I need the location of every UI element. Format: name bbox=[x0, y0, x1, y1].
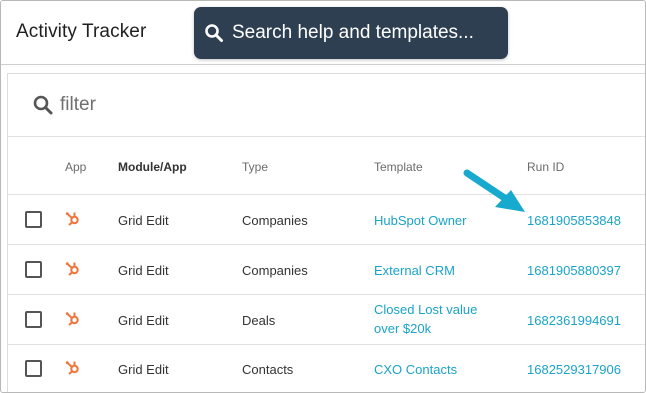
type-cell: Companies bbox=[242, 213, 308, 228]
top-bar: Activity Tracker Search help and templat… bbox=[1, 1, 645, 65]
type-cell: Companies bbox=[242, 263, 308, 278]
table-row: Grid Edit Contacts CXO Contacts 16825293… bbox=[8, 346, 645, 392]
template-link[interactable]: Closed Lost value over $20k bbox=[374, 302, 477, 336]
run-id-link[interactable]: 1682529317906 bbox=[527, 362, 621, 377]
module-cell: Grid Edit bbox=[118, 213, 169, 228]
run-id-link[interactable]: 1681905880397 bbox=[527, 263, 621, 278]
table-row: Grid Edit Companies HubSpot Owner 168190… bbox=[8, 196, 645, 245]
table-row: Grid Edit Deals Closed Lost value over $… bbox=[8, 296, 645, 345]
column-header-template[interactable]: Template bbox=[374, 160, 423, 174]
table-row: Grid Edit Companies External CRM 1681905… bbox=[8, 246, 645, 295]
app-title: Activity Tracker bbox=[16, 21, 147, 42]
row-checkbox[interactable] bbox=[25, 211, 42, 228]
row-checkbox[interactable] bbox=[25, 311, 42, 328]
template-link[interactable]: External CRM bbox=[374, 263, 455, 278]
activity-panel: App Module/App Type Template Run ID Grid… bbox=[7, 73, 645, 392]
search-help-label: Search help and templates... bbox=[232, 22, 474, 43]
row-checkbox[interactable] bbox=[25, 261, 42, 278]
filter-input[interactable] bbox=[60, 94, 360, 116]
type-cell: Contacts bbox=[242, 362, 294, 377]
module-cell: Grid Edit bbox=[118, 313, 169, 328]
hubspot-sprocket-icon bbox=[65, 212, 79, 226]
type-cell: Deals bbox=[242, 313, 276, 328]
magnifier-icon bbox=[33, 95, 53, 115]
module-cell: Grid Edit bbox=[118, 263, 169, 278]
search-help-button[interactable]: Search help and templates... bbox=[194, 7, 508, 59]
column-header-app[interactable]: App bbox=[65, 160, 86, 174]
activity-tracker-window: Activity Tracker Search help and templat… bbox=[0, 0, 646, 393]
column-header-module[interactable]: Module/App bbox=[118, 160, 187, 174]
run-id-link[interactable]: 1681905853848 bbox=[527, 213, 621, 228]
template-link[interactable]: HubSpot Owner bbox=[374, 213, 467, 228]
arrow-pointer-icon bbox=[463, 169, 525, 212]
template-link[interactable]: CXO Contacts bbox=[374, 362, 457, 377]
search-icon bbox=[205, 24, 223, 42]
filter-bar bbox=[8, 74, 645, 137]
hubspot-sprocket-icon bbox=[65, 312, 79, 326]
table-header: App Module/App Type Template Run ID bbox=[8, 137, 645, 195]
column-header-type[interactable]: Type bbox=[242, 160, 268, 174]
hubspot-sprocket-icon bbox=[65, 361, 79, 375]
template-link-line1: Closed Lost value bbox=[374, 302, 478, 317]
hubspot-sprocket-icon bbox=[65, 262, 79, 276]
run-id-link[interactable]: 1682361994691 bbox=[527, 313, 621, 328]
module-cell: Grid Edit bbox=[118, 362, 169, 377]
row-checkbox[interactable] bbox=[25, 360, 42, 377]
template-link-line2: over $20k bbox=[374, 321, 432, 336]
